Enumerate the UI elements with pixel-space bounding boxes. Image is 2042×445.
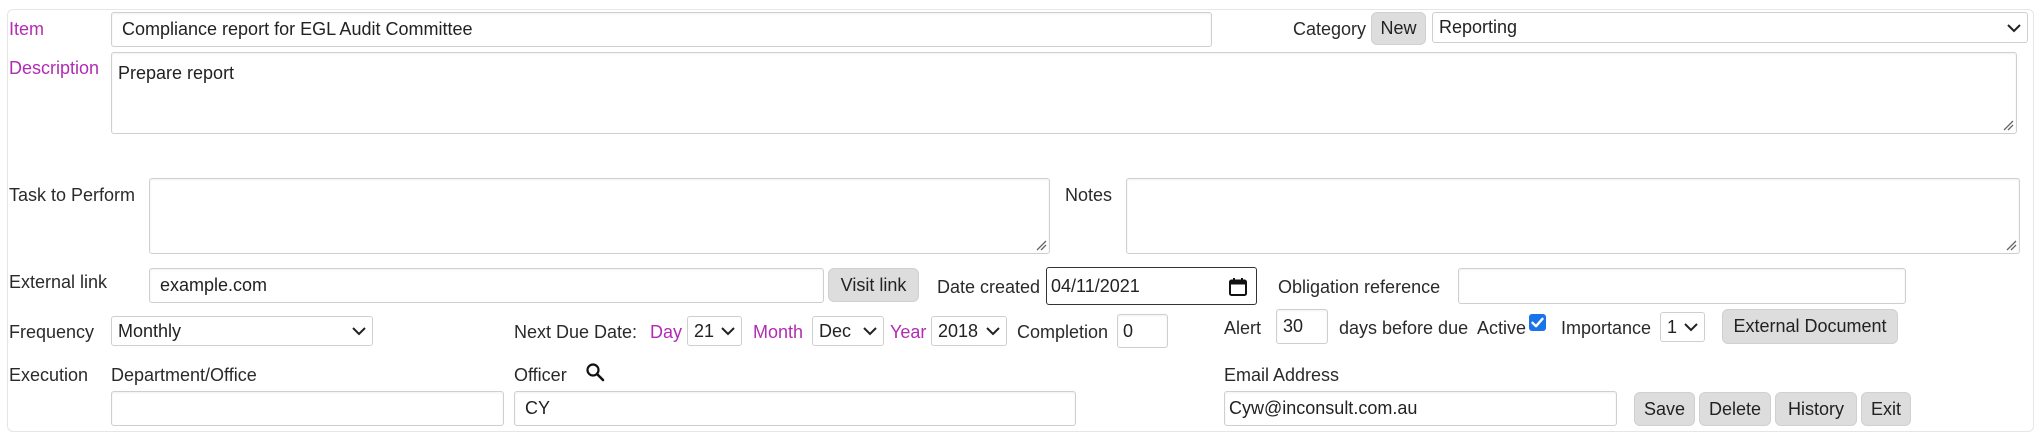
chevron-down-icon	[721, 327, 735, 336]
execution-label: Execution	[9, 365, 89, 385]
completion-input[interactable]: 0	[1117, 314, 1168, 348]
month-selected: Dec	[819, 320, 852, 341]
month-select[interactable]: Dec	[812, 316, 884, 346]
resize-handle-icon[interactable]	[2006, 240, 2017, 251]
notes-textarea[interactable]	[1126, 178, 2020, 254]
category-label: Category	[1293, 19, 1367, 39]
notes-label: Notes	[1065, 185, 1113, 205]
day-selected: 21	[694, 320, 715, 341]
description-label: Description	[9, 58, 100, 78]
item-input[interactable]: Compliance report for EGL Audit Committe…	[111, 12, 1212, 47]
department-input[interactable]	[111, 391, 504, 426]
chevron-down-icon	[1684, 323, 1698, 332]
frequency-select[interactable]: Monthly	[111, 316, 373, 346]
new-category-button[interactable]: New	[1371, 12, 1426, 45]
chevron-down-icon	[2007, 23, 2021, 32]
importance-label: Importance	[1561, 318, 1652, 338]
exit-button[interactable]: Exit	[1861, 392, 1911, 426]
active-label: Active	[1477, 318, 1527, 338]
year-select[interactable]: 2018	[931, 316, 1007, 346]
importance-select[interactable]: 1	[1660, 312, 1705, 342]
year-selected: 2018	[938, 320, 979, 341]
external-link-label: External link	[9, 272, 108, 292]
email-label: Email Address	[1224, 365, 1340, 385]
importance-selected: 1	[1667, 316, 1678, 337]
officer-label: Officer	[514, 365, 567, 385]
category-selected: Reporting	[1439, 17, 1518, 37]
completion-label: Completion	[1017, 322, 1109, 342]
chevron-down-icon	[986, 327, 1000, 336]
alert-input[interactable]: 30	[1276, 309, 1328, 344]
frequency-label: Frequency	[9, 322, 95, 342]
year-label: Year	[890, 322, 927, 342]
resize-handle-icon[interactable]	[2003, 120, 2014, 131]
date-created-input[interactable]: 04/11/2021	[1046, 267, 1257, 305]
chevron-down-icon	[863, 327, 877, 336]
external-document-button[interactable]: External Document	[1722, 309, 1898, 344]
obligation-label: Obligation reference	[1278, 277, 1441, 297]
task-label: Task to Perform	[9, 185, 136, 205]
active-checkbox[interactable]	[1529, 314, 1546, 331]
date-created-label: Date created	[937, 277, 1041, 297]
frequency-selected: Monthly	[118, 320, 182, 341]
month-label: Month	[753, 322, 804, 342]
task-textarea[interactable]	[149, 178, 1050, 254]
department-label: Department/Office	[111, 365, 257, 385]
visit-link-button[interactable]: Visit link	[828, 268, 919, 302]
description-text: Prepare report	[118, 63, 235, 83]
external-link-input[interactable]: example.com	[149, 268, 824, 303]
item-label: Item	[9, 19, 45, 39]
obligation-input[interactable]	[1458, 268, 1906, 304]
resize-handle-icon[interactable]	[1036, 240, 1047, 251]
day-label: Day	[650, 322, 683, 342]
day-select[interactable]: 21	[687, 316, 742, 346]
save-button[interactable]: Save	[1634, 392, 1695, 426]
next-due-label: Next Due Date:	[514, 322, 638, 342]
delete-button[interactable]: Delete	[1699, 392, 1771, 426]
search-icon[interactable]	[585, 362, 605, 382]
checkmark-icon	[1531, 317, 1544, 328]
history-button[interactable]: History	[1775, 392, 1857, 426]
date-created-value: 04/11/2021	[1051, 275, 1140, 296]
description-textarea[interactable]: Prepare report	[111, 52, 2017, 134]
chevron-down-icon	[352, 327, 366, 336]
alert-suffix: days before due	[1339, 318, 1469, 338]
officer-input[interactable]: CY	[514, 391, 1076, 426]
alert-label: Alert	[1224, 318, 1262, 338]
email-input[interactable]: Cyw@inconsult.com.au	[1224, 391, 1617, 426]
category-select[interactable]: Reporting	[1432, 12, 2028, 43]
calendar-icon[interactable]	[1228, 277, 1248, 297]
